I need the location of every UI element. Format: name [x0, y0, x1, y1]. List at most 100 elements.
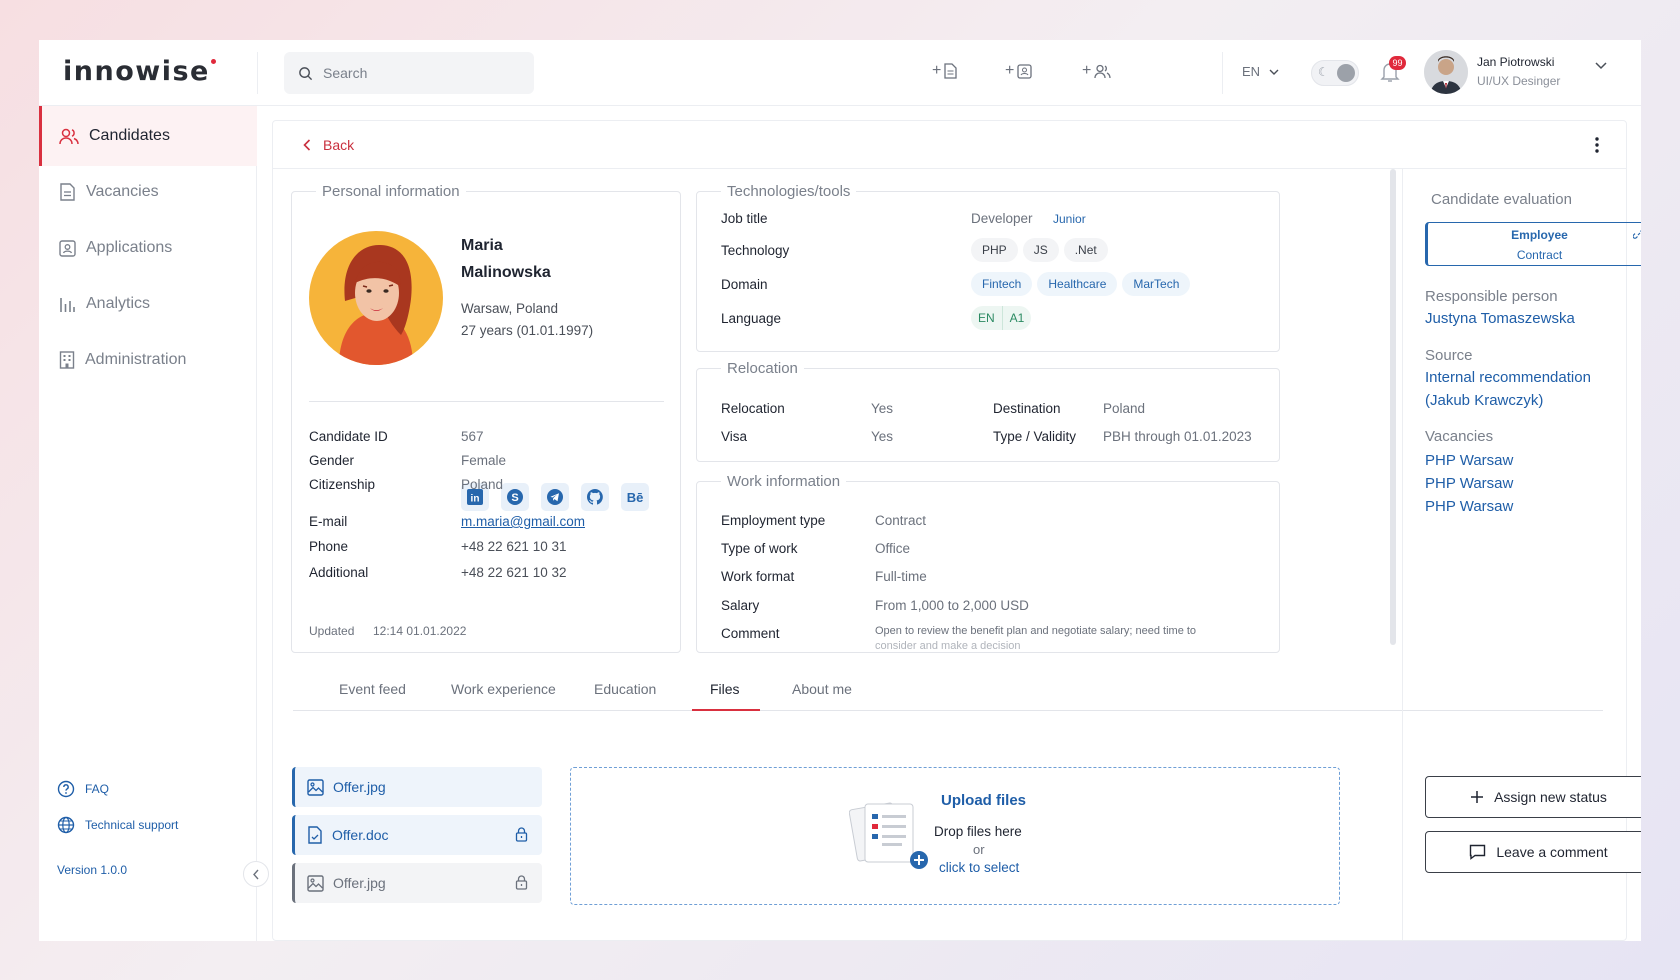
domain-label: Domain	[721, 277, 768, 292]
language-select[interactable]: EN	[1242, 64, 1279, 79]
user-avatar[interactable]	[1424, 50, 1468, 94]
lock-icon[interactable]	[515, 827, 528, 842]
type-of-work-label: Type of work	[721, 541, 798, 556]
faq-link[interactable]: FAQ	[57, 780, 109, 798]
sidebar-item-vacancies[interactable]: Vacancies	[39, 162, 257, 222]
search-input[interactable]: Search	[284, 52, 534, 94]
search-placeholder: Search	[323, 65, 368, 81]
sidebar-item-applications[interactable]: Applications	[39, 218, 257, 278]
moon-icon: ☾	[1318, 65, 1329, 79]
github-icon[interactable]	[581, 483, 609, 511]
sidebar-item-candidates[interactable]: Candidates	[39, 106, 257, 166]
document-icon	[60, 183, 75, 201]
plus-icon	[1471, 791, 1484, 803]
status-card[interactable]: Employee Contract	[1425, 222, 1641, 266]
domain-chip: MarTech	[1122, 272, 1191, 296]
candidate-card: Back Personal information Maria Malinows…	[272, 120, 1641, 941]
tab-work-experience[interactable]: Work experience	[451, 681, 556, 697]
work-format-value: Full-time	[875, 569, 927, 584]
chevron-left-icon	[303, 139, 311, 151]
sidebar-item-label: Applications	[86, 239, 173, 256]
assign-new-status-button[interactable]: Assign new status	[1425, 776, 1641, 818]
comment-label: Comment	[721, 626, 780, 641]
collapse-sidebar-button[interactable]	[243, 861, 269, 887]
upload-illustration-icon	[849, 802, 928, 869]
language-value: EN	[1242, 64, 1261, 79]
click-to-select-link[interactable]: click to select	[939, 860, 1019, 875]
upload-or-text: or	[973, 842, 985, 857]
divider	[309, 401, 664, 402]
domain-chips: Fintech Healthcare MarTech	[971, 272, 1195, 296]
chevron-down-icon	[1269, 69, 1279, 75]
tab-event-feed[interactable]: Event feed	[339, 681, 406, 697]
vacancy-link[interactable]: PHP Warsaw	[1425, 449, 1513, 472]
responsible-person-link[interactable]: Justyna Tomaszewska	[1425, 307, 1575, 330]
logo[interactable]: innowise	[63, 56, 216, 87]
linkedin-glyph: in	[471, 494, 480, 505]
file-item[interactable]: Offer.jpg	[292, 767, 542, 807]
relocation-label: Relocation	[721, 401, 785, 416]
email-link[interactable]: m.maria@gmail.com	[461, 514, 585, 529]
work-format-label: Work format	[721, 569, 795, 584]
tab-education[interactable]: Education	[594, 681, 656, 697]
last-name: Malinowska	[461, 264, 551, 281]
source-link[interactable]: Internal recommendation	[1425, 366, 1591, 389]
phone-value: +48 22 621 10 31	[461, 539, 567, 554]
sidebar-item-label: Candidates	[89, 127, 170, 144]
skype-glyph: S	[511, 492, 518, 504]
logo-dot	[210, 59, 216, 64]
citizenship-label: Citizenship	[309, 477, 376, 492]
faq-label: FAQ	[85, 782, 110, 796]
status-subtitle: Contract	[1516, 248, 1563, 262]
chevron-down-icon[interactable]	[1595, 62, 1607, 70]
image-file-icon	[307, 778, 324, 796]
technology-chip: PHP	[971, 238, 1018, 262]
visa-label: Visa	[721, 429, 748, 444]
link-icon[interactable]	[1633, 228, 1641, 240]
technology-chip: .Net	[1063, 238, 1108, 262]
source-label: Source	[1425, 347, 1473, 364]
add-application-button[interactable]: +	[1005, 62, 1032, 80]
plus-icon: +	[1005, 62, 1015, 79]
technical-support-link[interactable]: Technical support	[57, 816, 178, 834]
user-role: UI/UX Desinger	[1477, 74, 1561, 88]
visa-value: Yes	[871, 429, 894, 444]
telegram-icon[interactable]	[541, 483, 569, 511]
scrollbar[interactable]	[1390, 169, 1396, 645]
back-bar: Back	[273, 121, 1626, 169]
candidate-id-label: Candidate ID	[309, 429, 388, 444]
behance-icon[interactable]: Bē	[621, 483, 649, 511]
sidebar-item-administration[interactable]: Administration	[39, 330, 257, 390]
badge-icon	[59, 239, 76, 257]
type-of-work-value: Office	[875, 541, 911, 556]
bar-chart-icon	[60, 297, 75, 312]
tab-files[interactable]: Files	[710, 681, 740, 697]
lock-icon[interactable]	[515, 875, 528, 890]
section-title: Personal information	[322, 183, 460, 200]
tab-about-me[interactable]: About me	[792, 681, 852, 697]
add-user-button[interactable]: +	[1082, 62, 1111, 80]
employment-type-label: Employment type	[721, 513, 826, 528]
file-name: Offer.jpg	[333, 875, 386, 891]
add-document-button[interactable]: +	[932, 62, 957, 80]
toggle-knob	[1337, 64, 1355, 82]
back-button[interactable]: Back	[303, 137, 354, 153]
domain-chip: Healthcare	[1037, 272, 1118, 296]
salary-value: From 1,000 to 2,000 USD	[875, 598, 1029, 613]
file-item[interactable]: Offer.doc	[292, 815, 542, 855]
level-value: Junior	[1053, 212, 1086, 226]
vacancy-link[interactable]: PHP Warsaw	[1425, 472, 1513, 495]
leave-comment-button[interactable]: Leave a comment	[1425, 831, 1641, 873]
comment-value: Open to review the benefit plan and nego…	[875, 625, 1197, 637]
file-item[interactable]: Offer.jpg	[292, 863, 542, 903]
vacancy-link[interactable]: PHP Warsaw	[1425, 495, 1513, 518]
upload-dropzone[interactable]: Upload files Drop files here or click to…	[570, 767, 1340, 905]
source-link-detail[interactable]: (Jakub Krawczyk)	[1425, 389, 1543, 412]
sidebar-item-analytics[interactable]: Analytics	[39, 274, 257, 334]
theme-toggle[interactable]: ☾	[1311, 60, 1359, 86]
more-options-icon[interactable]	[1587, 135, 1607, 155]
skype-icon[interactable]: S	[501, 483, 529, 511]
plus-icon: +	[1082, 62, 1092, 79]
email-label: E-mail	[309, 514, 348, 529]
language-label: Language	[721, 311, 782, 326]
